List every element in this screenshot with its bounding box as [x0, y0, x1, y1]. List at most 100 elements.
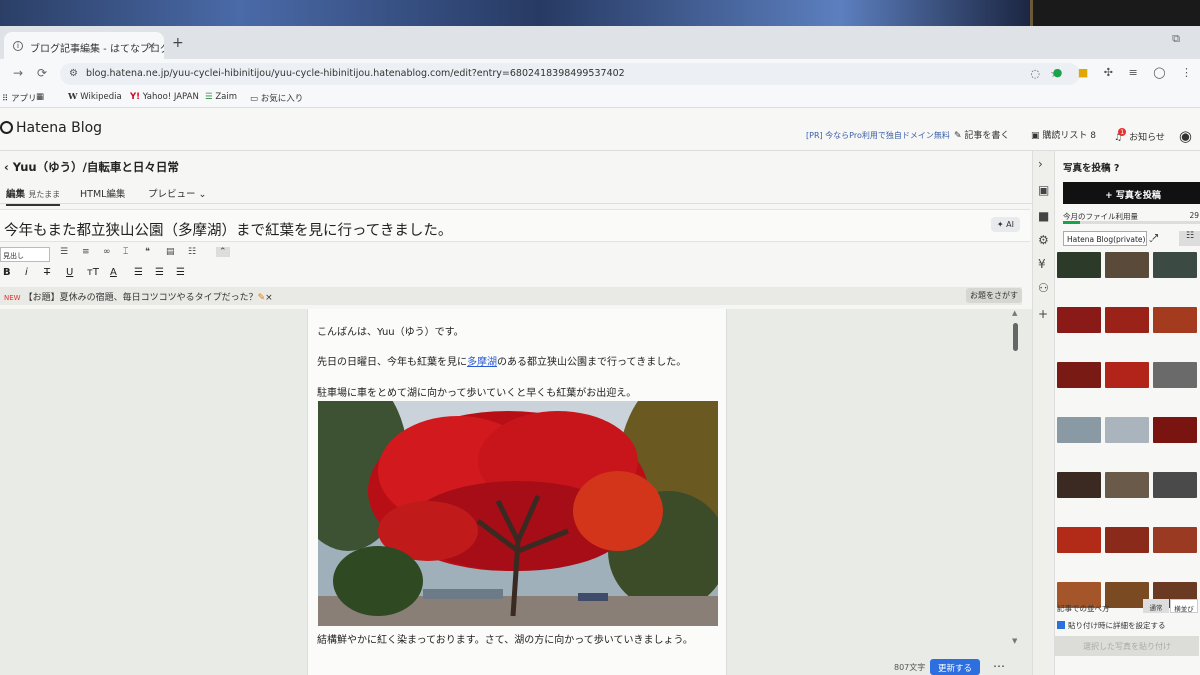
photo-thumbnail[interactable]	[1153, 252, 1197, 278]
table-icon[interactable]: ▤	[166, 247, 175, 257]
menu-dots-icon[interactable]: ⋮	[1181, 66, 1192, 79]
help-icon[interactable]: ?	[1114, 163, 1120, 174]
plus-icon[interactable]: +	[1038, 307, 1048, 321]
tab-html[interactable]: HTML編集	[80, 186, 125, 200]
reload-icon[interactable]: ⟳	[37, 66, 47, 80]
tab-wysiwyg[interactable]: 編集 見たまま	[6, 186, 61, 206]
write-entry-button[interactable]: ✎ 記事を書く	[954, 128, 1009, 141]
update-button[interactable]: 更新する	[930, 659, 980, 675]
scroll-up-icon[interactable]: ▲	[1012, 309, 1017, 317]
url-field[interactable]: ⚙ blog.hatena.ne.jp/yuu-cyclei-hibinitij…	[60, 63, 1080, 85]
settings-icon[interactable]: ⚙	[1038, 233, 1049, 247]
photo-thumbnail[interactable]	[1153, 307, 1197, 333]
notifications-button[interactable]: ♫1 お知らせ	[1114, 128, 1165, 143]
pr-link[interactable]: [PR] 今ならPro利用で独自ドメイン無料	[806, 130, 950, 141]
external-link-icon[interactable]: ↗	[1151, 232, 1159, 243]
numbered-list-icon[interactable]: ≡	[82, 247, 90, 257]
photo-thumbnail[interactable]	[1153, 417, 1197, 443]
ai-button[interactable]: ✦ AI	[990, 217, 1020, 232]
align-left-icon[interactable]: ☰	[134, 267, 143, 278]
footnote-icon[interactable]: ☷	[188, 247, 196, 257]
upload-photo-button[interactable]: + 写真を投稿	[1063, 182, 1200, 204]
reading-list-icon[interactable]: ≡	[1128, 66, 1137, 79]
checkbox-checked[interactable]	[1057, 621, 1065, 629]
font-color-icon[interactable]: A	[110, 267, 117, 278]
italic-icon[interactable]: i	[25, 267, 28, 278]
photo-thumbnail[interactable]	[1057, 362, 1101, 388]
article-body[interactable]: こんばんは、Yuu（ゆう）です。 先日の日曜日、今年も紅葉を見に多摩湖のある都立…	[307, 309, 727, 675]
sort-horizontal-button[interactable]: 横並び	[1170, 599, 1198, 613]
tab-title: ブログ記事編集 - はてなブログ	[30, 44, 164, 55]
bookmark-apps[interactable]: ⠿ アプリ	[2, 92, 36, 104]
subscribe-list-button[interactable]: ▣ 購読リスト 8	[1031, 128, 1096, 141]
collapse-toolbar-icon[interactable]: ⌃	[216, 247, 230, 257]
photo-thumbnail[interactable]	[1057, 252, 1101, 278]
more-icon[interactable]: ⌶	[123, 247, 128, 257]
photo-icon[interactable]: ▣	[1038, 183, 1049, 197]
new-tab-button[interactable]: +	[172, 35, 184, 51]
bookmark-zaim[interactable]: ☰ Zaim	[205, 92, 237, 102]
photo-thumbnail[interactable]	[1057, 307, 1101, 333]
align-right-icon[interactable]: ☰	[176, 267, 185, 278]
photo-thumbnail[interactable]	[1105, 362, 1149, 388]
photo-thumbnail[interactable]	[1105, 472, 1149, 498]
photo-thumbnail[interactable]	[1057, 417, 1101, 443]
topic-close-icon[interactable]: ×	[265, 293, 273, 303]
forward-icon[interactable]: →	[13, 66, 23, 80]
photo-thumbnail[interactable]	[1105, 307, 1149, 333]
blog-name[interactable]: ‹ Yuu（ゆう）/自転車と日々日常	[4, 159, 179, 175]
tab-preview[interactable]: プレビュー ⌄	[148, 186, 207, 200]
photo-thumbnail[interactable]	[1153, 362, 1197, 388]
scroll-thumb[interactable]	[1013, 323, 1018, 351]
people-icon[interactable]: ⚇	[1038, 281, 1049, 295]
bookmark-yahoo[interactable]: Y! Yahoo! JAPAN	[130, 92, 199, 102]
hatena-logo[interactable]: Hatena Blog	[0, 120, 102, 136]
photo-thumbnail[interactable]	[1105, 527, 1149, 553]
puzzle-icon[interactable]: ✣	[1104, 66, 1113, 79]
extension-yellow-icon[interactable]: ■	[1078, 66, 1088, 79]
back-chevron-icon[interactable]: ‹	[4, 160, 13, 174]
profile-icon[interactable]: ◯	[1153, 66, 1165, 79]
font-size-icon[interactable]: тT	[87, 267, 99, 278]
bullet-list-icon[interactable]: ☰	[60, 247, 68, 257]
photo-thumbnail[interactable]	[1105, 417, 1149, 443]
photo-thumbnail[interactable]	[1153, 472, 1197, 498]
bookmark-folder[interactable]: ▭ お気に入り	[250, 92, 303, 104]
collapse-sidebar-icon[interactable]: ›	[1038, 157, 1043, 171]
album-select[interactable]: Hatena Blog(private) ⌄	[1063, 231, 1154, 246]
autumn-maple-photo[interactable]	[318, 401, 718, 626]
find-topic-button[interactable]: お題をさがす	[966, 288, 1022, 303]
photo-thumbnails	[1055, 252, 1200, 608]
editor-scrollbar[interactable]: ▲ ▼	[1010, 309, 1022, 649]
restore-window-icon[interactable]: ⧉	[1172, 32, 1180, 46]
bold-icon[interactable]: B	[3, 267, 11, 278]
user-avatar-icon[interactable]: ◉	[1179, 127, 1192, 145]
align-center-icon[interactable]: ☰	[155, 267, 164, 278]
bookmark-wikipedia[interactable]: W Wikipedia	[68, 92, 122, 102]
tab-close-button[interactable]: ×	[147, 39, 156, 52]
more-options-icon[interactable]: ⋯	[993, 659, 1005, 673]
photo-thumbnail[interactable]	[1105, 252, 1149, 278]
grid-view-icon[interactable]: ☷	[1179, 231, 1200, 246]
keyword-link[interactable]: 多摩湖	[467, 357, 497, 368]
sort-normal-button[interactable]: 通常	[1143, 599, 1169, 613]
quote-icon[interactable]: ❝	[145, 247, 150, 257]
photo-thumbnail[interactable]	[1057, 472, 1101, 498]
underline-icon[interactable]: U	[66, 267, 73, 278]
insert-selected-button[interactable]: 選択した写真を貼り付け	[1055, 636, 1199, 656]
link-icon[interactable]: ∞	[103, 247, 111, 257]
paste-detail-checkbox[interactable]: 貼り付け時に詳細を設定する	[1057, 620, 1166, 631]
strikethrough-icon[interactable]: T	[44, 267, 50, 278]
grid-icon[interactable]: ▦	[36, 92, 44, 102]
site-settings-icon[interactable]: ⚙	[69, 68, 78, 79]
scroll-down-icon[interactable]: ▼	[1012, 637, 1017, 645]
extension-green-icon[interactable]: ●	[1053, 66, 1063, 79]
eye-off-icon[interactable]: ◌	[1030, 67, 1040, 80]
topic-text[interactable]: 【お題】夏休みの宿題、毎日コツコツやるタイプだった？	[24, 293, 258, 303]
folder-icon[interactable]: ■	[1038, 209, 1049, 223]
photo-thumbnail[interactable]	[1057, 527, 1101, 553]
browser-tab[interactable]: i ブログ記事編集 - はてなブログ ×	[4, 32, 164, 59]
photo-thumbnail[interactable]	[1153, 527, 1197, 553]
title-input[interactable]: 今年もまた都立狭山公園（多摩湖）まで紅葉を見に行ってきました。 ✦ AI	[0, 209, 1030, 242]
yen-icon[interactable]: ¥	[1038, 257, 1046, 271]
